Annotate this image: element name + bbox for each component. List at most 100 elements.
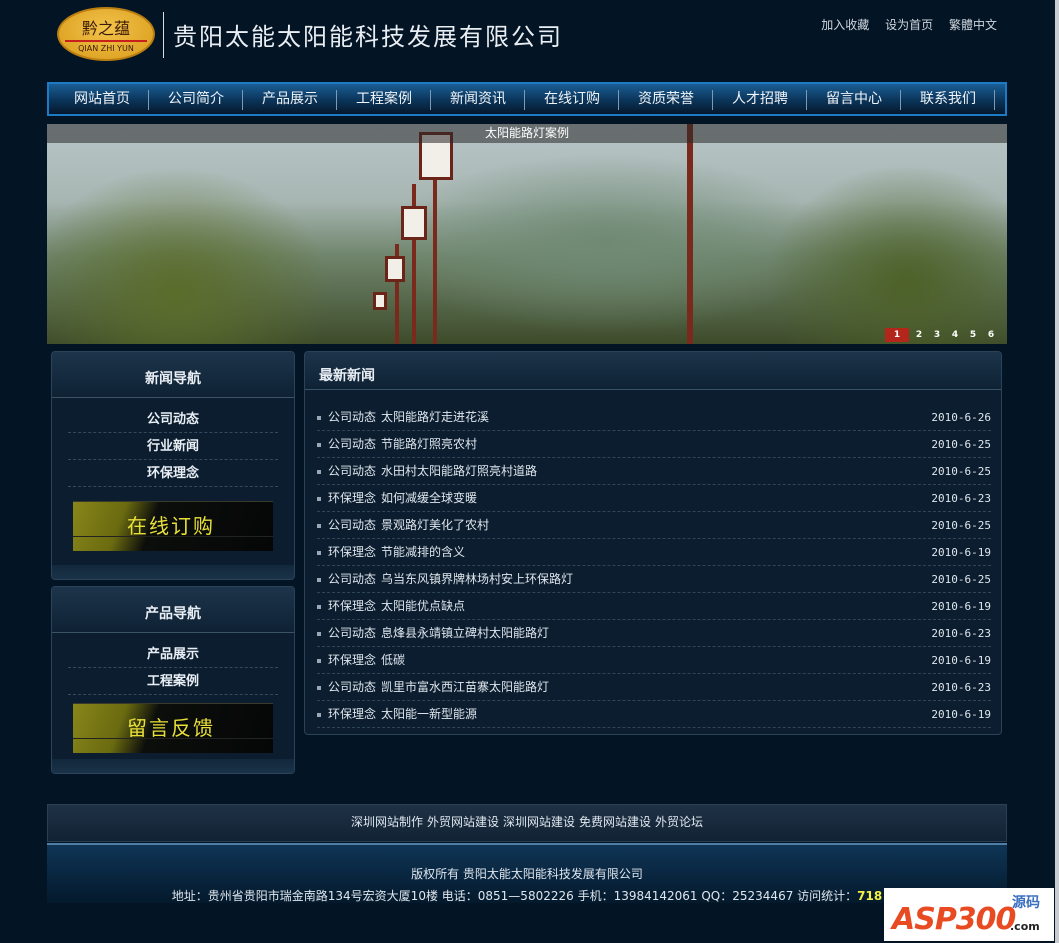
news-row[interactable]: 环保理念 太阳能一新型能源 2010-6-19 [317, 701, 991, 728]
banner-page-button[interactable]: 5 [965, 328, 981, 342]
divider [163, 12, 164, 58]
news-title[interactable]: 节能减排的含义 [381, 539, 931, 565]
company-logo[interactable]: 黔之蕴 QIAN ZHI YUN [57, 7, 155, 61]
news-row[interactable]: 公司动态 息烽县永靖镇立碑村太阳能路灯 2010-6-23 [317, 620, 991, 647]
banner-page-button[interactable]: 2 [911, 328, 927, 342]
copyright: 版权所有 贵阳太能太阳能科技发展有限公司 [411, 867, 643, 881]
logo-subtext: QIAN ZHI YUN [78, 44, 134, 53]
nav-item[interactable]: 网站首页 [55, 84, 149, 114]
nav-item[interactable]: 人才招聘 [713, 84, 807, 114]
banner-slideshow[interactable]: 太阳能路灯案例 123456 [47, 124, 1007, 344]
add-favorite-link[interactable]: 加入收藏 [821, 18, 869, 32]
news-date: 2010-6-19 [931, 708, 991, 721]
news-category[interactable]: 公司动态 [328, 512, 376, 538]
news-category[interactable]: 公司动态 [328, 620, 376, 646]
news-row[interactable]: 环保理念 节能减排的含义 2010-6-19 [317, 539, 991, 566]
main-nav: 网站首页 公司简介 产品展示 工程案例 新闻资讯 在线订购 资质荣誉 人才招聘 留言中心 联系我们 [47, 82, 1007, 116]
news-category[interactable]: 环保理念 [328, 485, 376, 511]
news-row[interactable]: 公司动态 景观路灯美化了农村 2010-6-25 [317, 512, 991, 539]
news-nav-panel: 新闻导航 公司动态 行业新闻 环保理念 在线订购 [51, 351, 295, 580]
news-title[interactable]: 凯里市富水西江苗寨太阳能路灯 [381, 674, 931, 700]
news-title[interactable]: 太阳能一新型能源 [381, 701, 931, 727]
news-category[interactable]: 环保理念 [328, 593, 376, 619]
news-date: 2010-6-25 [931, 465, 991, 478]
news-nav-item[interactable]: 公司动态 [68, 406, 278, 433]
news-date: 2010-6-23 [931, 681, 991, 694]
bullet-icon [317, 470, 321, 474]
news-category[interactable]: 公司动态 [328, 458, 376, 484]
latest-news-title: 最新新闻 [305, 352, 1001, 390]
news-category[interactable]: 环保理念 [328, 701, 376, 727]
banner-page-button[interactable]: 4 [947, 328, 963, 342]
footer-link[interactable]: 外贸论坛 [655, 815, 703, 829]
news-date: 2010-6-25 [931, 519, 991, 532]
header: 黔之蕴 QIAN ZHI YUN 贵阳太能太阳能科技发展有限公司 加入收藏 设为… [47, 0, 1007, 80]
news-title[interactable]: 如何减缓全球变暖 [381, 485, 931, 511]
news-row[interactable]: 公司动态 凯里市富水西江苗寨太阳能路灯 2010-6-23 [317, 674, 991, 701]
news-category[interactable]: 公司动态 [328, 674, 376, 700]
nav-item[interactable]: 留言中心 [807, 84, 901, 114]
footer-link[interactable]: 外贸网站建设 [427, 815, 499, 829]
banner-page-button[interactable]: 1 [885, 328, 909, 342]
bullet-icon [317, 551, 321, 555]
nav-item[interactable]: 产品展示 [243, 84, 337, 114]
logo-text: 黔之蕴 [81, 19, 130, 38]
news-date: 2010-6-23 [931, 627, 991, 640]
nav-item[interactable]: 资质荣誉 [619, 84, 713, 114]
company-name: 贵阳太能太阳能科技发展有限公司 [173, 23, 563, 51]
set-homepage-link[interactable]: 设为首页 [885, 18, 933, 32]
news-date: 2010-6-19 [931, 546, 991, 559]
watermark-tag: 源码 [1012, 895, 1040, 911]
banner-page-button[interactable]: 6 [983, 328, 999, 342]
news-title[interactable]: 节能路灯照亮农村 [381, 431, 931, 457]
news-nav-item[interactable]: 环保理念 [68, 460, 278, 487]
nav-item[interactable]: 新闻资讯 [431, 84, 525, 114]
news-row[interactable]: 环保理念 低碳 2010-6-19 [317, 647, 991, 674]
news-row[interactable]: 公司动态 乌当东风镇界牌林场村安上环保路灯 2010-6-25 [317, 566, 991, 593]
news-title[interactable]: 景观路灯美化了农村 [381, 512, 931, 538]
footer-link[interactable]: 深圳网站制作 [351, 815, 423, 829]
bullet-icon [317, 686, 321, 690]
news-row[interactable]: 环保理念 太阳能优点缺点 2010-6-19 [317, 593, 991, 620]
traditional-chinese-link[interactable]: 繁體中文 [949, 18, 997, 32]
online-order-banner[interactable]: 在线订购 [73, 501, 273, 551]
news-row[interactable]: 公司动态 太阳能路灯走进花溪 2010-6-26 [317, 404, 991, 431]
watermark-brand: ASP300 [892, 902, 1016, 937]
news-category[interactable]: 公司动态 [328, 404, 376, 430]
nav-item[interactable]: 工程案例 [337, 84, 431, 114]
nav-item[interactable]: 在线订购 [525, 84, 619, 114]
news-nav-item[interactable]: 行业新闻 [68, 433, 278, 460]
product-nav-title: 产品导航 [52, 587, 294, 633]
banner-pager: 123456 [885, 328, 999, 342]
product-nav-item[interactable]: 工程案例 [68, 668, 278, 695]
feedback-label: 留言反馈 [127, 716, 215, 740]
bullet-icon [317, 497, 321, 501]
news-row[interactable]: 公司动态 水田村太阳能路灯照亮村道路 2010-6-25 [317, 458, 991, 485]
banner-page-button[interactable]: 3 [929, 328, 945, 342]
news-category[interactable]: 环保理念 [328, 647, 376, 673]
news-row[interactable]: 环保理念 如何减缓全球变暖 2010-6-23 [317, 485, 991, 512]
news-title[interactable]: 乌当东风镇界牌林场村安上环保路灯 [381, 566, 931, 592]
news-title[interactable]: 太阳能优点缺点 [381, 593, 931, 619]
bullet-icon [317, 578, 321, 582]
news-category[interactable]: 公司动态 [328, 431, 376, 457]
news-title[interactable]: 太阳能路灯走进花溪 [381, 404, 931, 430]
nav-item[interactable]: 公司简介 [149, 84, 243, 114]
feedback-banner[interactable]: 留言反馈 [73, 703, 273, 753]
footer-link[interactable]: 深圳网站建设 [503, 815, 575, 829]
news-date: 2010-6-26 [931, 411, 991, 424]
bullet-icon [317, 713, 321, 717]
news-title[interactable]: 息烽县永靖镇立碑村太阳能路灯 [381, 620, 931, 646]
news-title[interactable]: 低碳 [381, 647, 931, 673]
news-title[interactable]: 水田村太阳能路灯照亮村道路 [381, 458, 931, 484]
news-row[interactable]: 公司动态 节能路灯照亮农村 2010-6-25 [317, 431, 991, 458]
news-category[interactable]: 环保理念 [328, 539, 376, 565]
scrollbar[interactable] [1055, 0, 1059, 943]
footer-link[interactable]: 免费网站建设 [579, 815, 651, 829]
news-category[interactable]: 公司动态 [328, 566, 376, 592]
footer: 版权所有 贵阳太能太阳能科技发展有限公司 地址：贵州省贵阳市瑞金南路134号宏资… [47, 843, 1007, 903]
watermark-domain: .com [1010, 920, 1040, 933]
nav-item[interactable]: 联系我们 [901, 84, 995, 114]
product-nav-item[interactable]: 产品展示 [68, 641, 278, 668]
news-date: 2010-6-25 [931, 573, 991, 586]
